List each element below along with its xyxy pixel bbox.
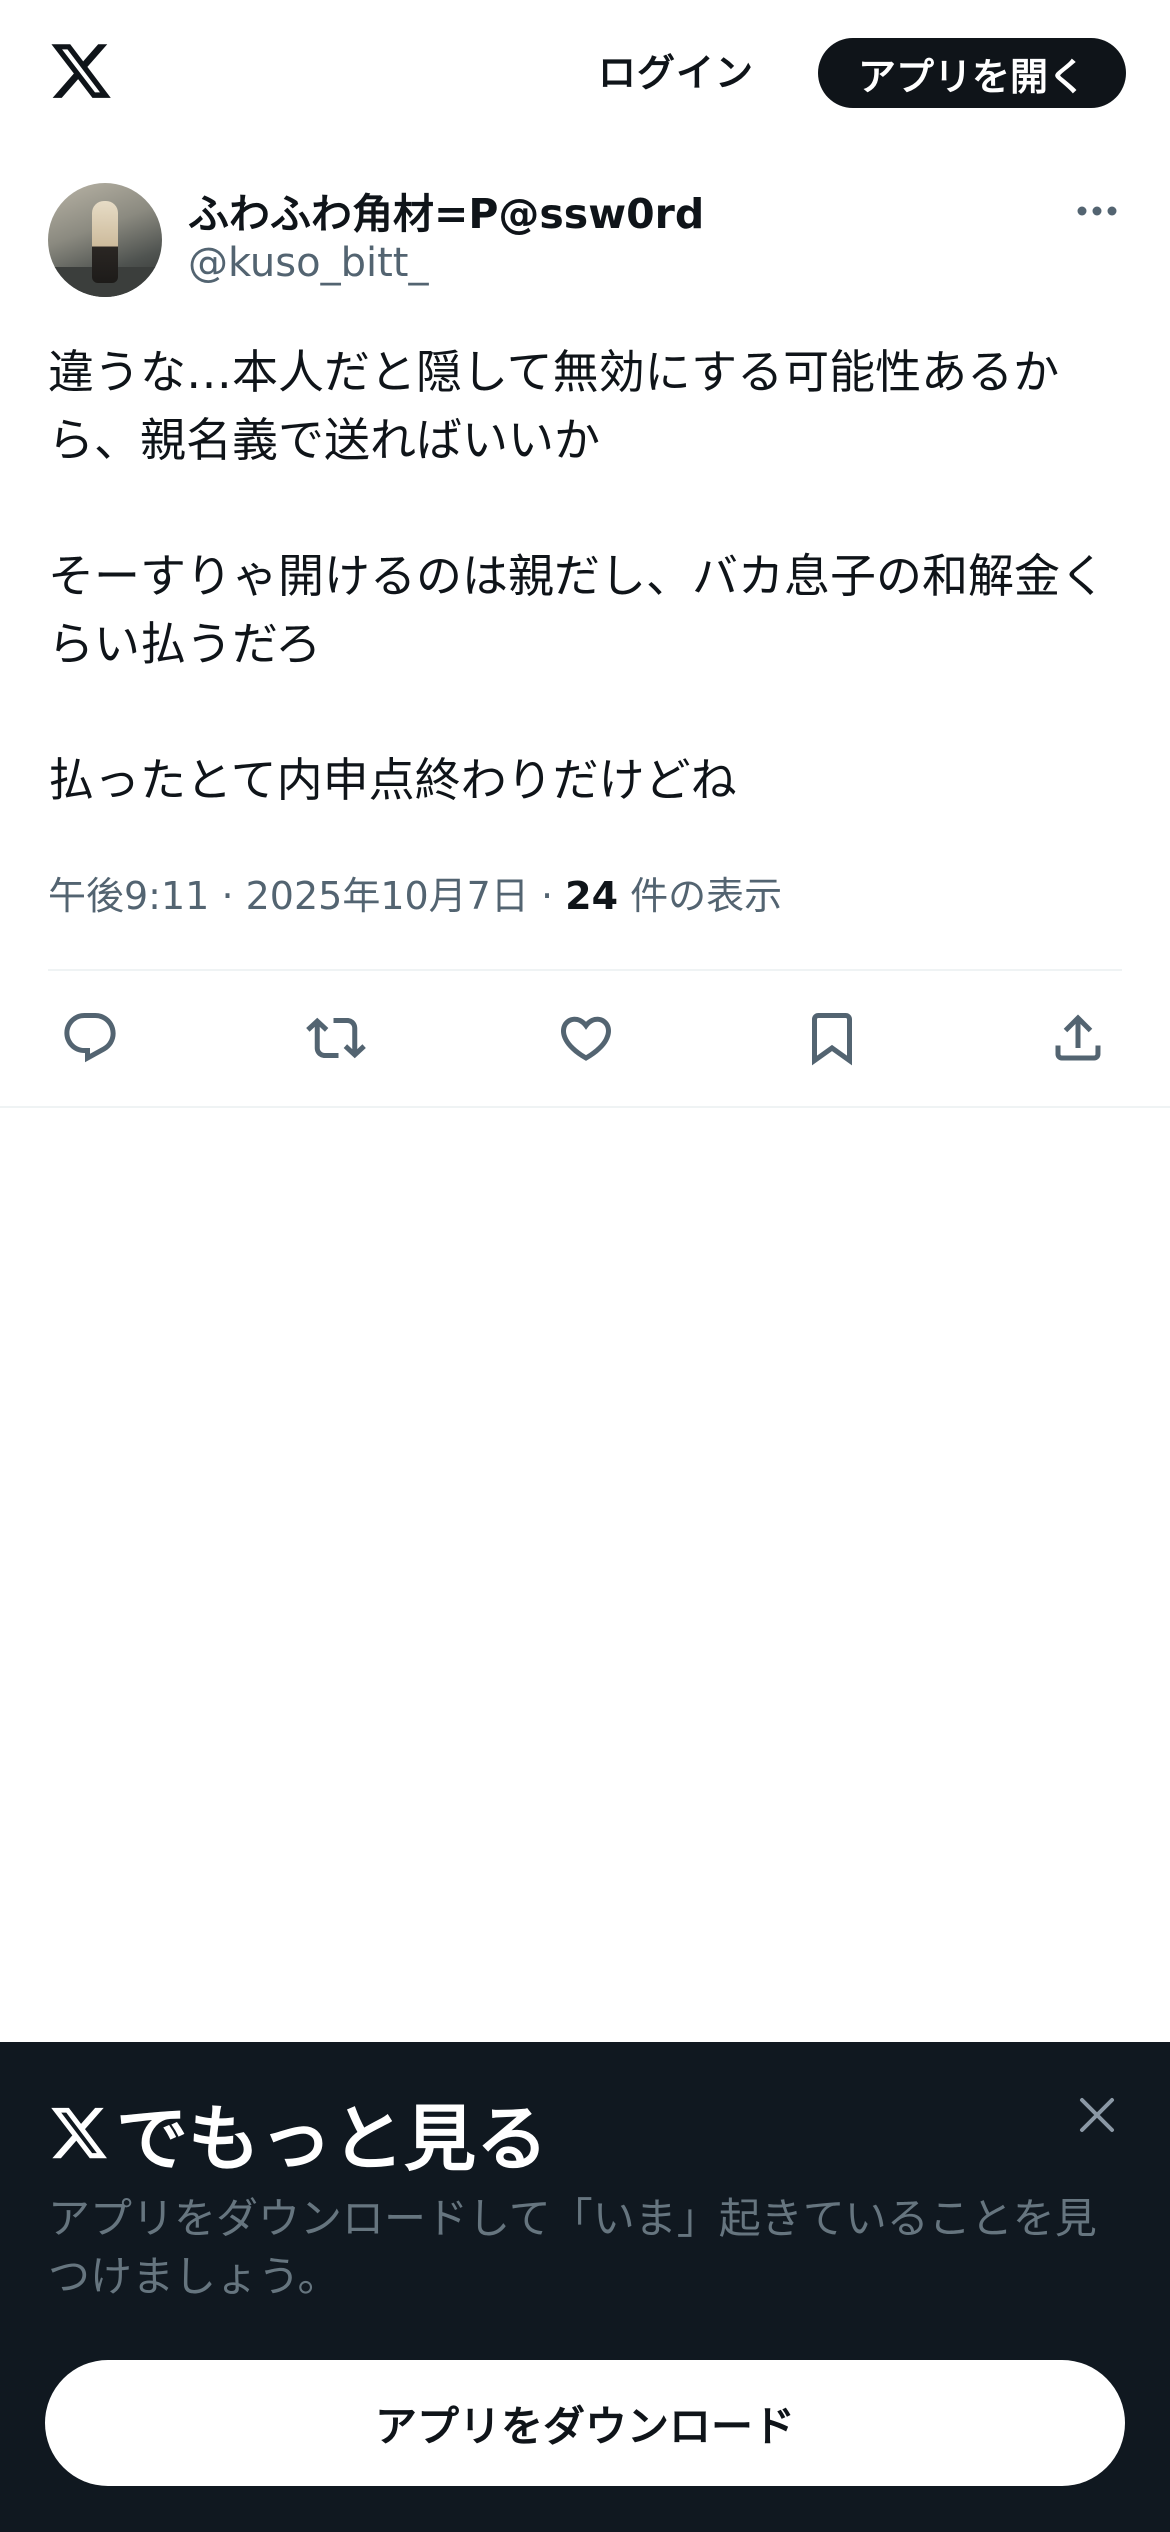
more-options-icon[interactable] bbox=[1074, 196, 1120, 226]
top-bar: ログイン アプリを開く bbox=[0, 0, 1170, 145]
like-icon[interactable] bbox=[556, 1008, 616, 1068]
banner-title: でもっと見る bbox=[48, 2080, 548, 2185]
divider bbox=[0, 1106, 1170, 1108]
avatar[interactable] bbox=[48, 183, 162, 297]
login-link[interactable]: ログイン bbox=[598, 42, 754, 97]
tweet-meta: 午後9:11 · 2025年10月7日 · 24 件の表示 bbox=[48, 865, 782, 920]
display-name[interactable]: ふわふわ角材=P@ssw0rd bbox=[188, 180, 704, 240]
tweet-text: 違うな…本人だと隠して無効にする可能性あるから、親名義で送ればいいか そーすりゃ… bbox=[48, 345, 1106, 807]
banner-subtitle: アプリをダウンロードして「いま」起きていることを見つけましょう。 bbox=[48, 2194, 1097, 2301]
share-icon[interactable] bbox=[1048, 1008, 1108, 1068]
retweet-icon[interactable] bbox=[306, 1008, 366, 1068]
divider bbox=[48, 969, 1122, 971]
meta-separator: · bbox=[221, 874, 234, 918]
tweet-date[interactable]: 2025年10月7日 bbox=[246, 874, 529, 918]
close-icon[interactable] bbox=[1072, 2090, 1122, 2140]
open-app-button[interactable]: アプリを開く bbox=[818, 38, 1126, 108]
tweet-page: ログイン アプリを開く ふわふわ角材=P@ssw0rd @kuso_bitt_ … bbox=[0, 0, 1170, 2532]
download-app-button[interactable]: アプリをダウンロード bbox=[45, 2360, 1125, 2486]
tweet-time[interactable]: 午後9:11 bbox=[48, 874, 209, 918]
x-logo-icon bbox=[51, 2107, 107, 2158]
meta-separator: · bbox=[540, 874, 554, 918]
views-label: 件の表示 bbox=[630, 874, 783, 918]
bookmark-icon[interactable] bbox=[802, 1008, 862, 1068]
banner-title-text: でもっと見る bbox=[116, 2097, 549, 2181]
x-logo-icon[interactable] bbox=[48, 38, 114, 104]
user-handle[interactable]: @kuso_bitt_ bbox=[188, 240, 428, 286]
reply-icon[interactable] bbox=[60, 1008, 120, 1068]
action-bar bbox=[0, 990, 1170, 1080]
views-count: 24 bbox=[565, 874, 619, 918]
